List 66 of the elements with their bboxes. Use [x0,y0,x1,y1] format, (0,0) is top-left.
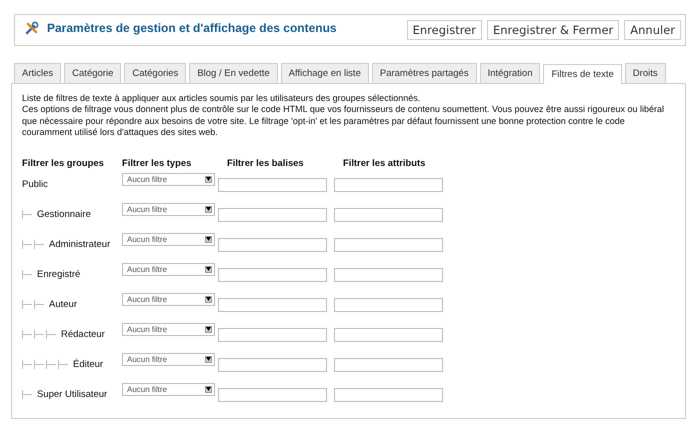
group-name: Enregistré [37,268,80,280]
attributes-input-field[interactable] [334,268,443,282]
tree-line-icon [22,330,58,339]
dropdown-arrow-icon [205,266,212,273]
tab[interactable]: Articles [14,63,62,83]
column-header: Filtrer les types [122,156,192,168]
attributes-input-field[interactable] [334,358,443,372]
group-name: Éditeur [73,358,104,370]
column-header: Filtrer les balises [227,156,304,168]
tab[interactable]: Blog / En vedette [189,63,278,83]
tags-input-field[interactable] [218,328,327,342]
column-header: Filtrer les groupes [22,156,104,168]
attributes-input-field[interactable] [334,238,443,252]
dropdown-arrow-icon [205,206,212,213]
tags-input-field[interactable] [218,238,327,252]
group-name: Rédacteur [61,328,105,340]
tab[interactable]: Catégorie [64,63,122,83]
tab[interactable]: Filtres de texte [543,64,622,84]
filter-type-select[interactable]: Aucun filtre [122,262,215,276]
group-name: Administrateur [49,238,110,250]
attributes-input-field[interactable] [334,178,443,192]
filter-type-select[interactable]: Aucun filtre [122,352,215,366]
group-name: Gestionnaire [37,208,91,220]
page-title: Paramètres de gestion et d'affichage des contenus [47,21,337,35]
filter-type-select[interactable]: Aucun filtre [122,202,215,216]
tree-line-icon [22,210,34,219]
tree-line-icon [22,300,46,309]
filter-type-select[interactable]: Aucun filtre [122,172,215,186]
tags-input-field[interactable] [218,298,327,312]
tags-input-field[interactable] [218,388,327,402]
group-name: Super Utilisateur [37,388,108,400]
tab[interactable]: Affichage en liste [280,63,369,83]
filter-type-select[interactable]: Aucun filtre [122,292,215,306]
tags-input-field[interactable] [218,178,327,192]
dropdown-arrow-icon [205,356,212,363]
tree-line-icon [22,360,70,369]
filter-type-select[interactable]: Aucun filtre [122,232,215,246]
filter-type-select[interactable]: Aucun filtre [122,382,215,396]
toolbar-button[interactable]: Annuler [624,20,681,40]
toolbar-button[interactable]: Enregistrer [406,20,482,40]
tools-icon [25,21,39,35]
tree-line-icon [22,240,46,249]
tags-input-field[interactable] [218,208,327,222]
dropdown-arrow-icon [205,386,212,393]
column-header: Filtrer les attributs [343,156,426,168]
tab[interactable]: Catégories [124,63,186,83]
tab[interactable]: Intégration [480,63,540,83]
dropdown-arrow-icon [205,326,212,333]
attributes-input-field[interactable] [334,388,443,402]
dropdown-arrow-icon [205,236,212,243]
dropdown-arrow-icon [205,296,212,303]
attributes-input-field[interactable] [334,298,443,312]
dropdown-arrow-icon [205,176,212,183]
attributes-input-field[interactable] [334,208,443,222]
group-name: Public [22,178,48,190]
toolbar-button[interactable]: Enregistrer & Fermer [487,20,620,40]
tab[interactable]: Droits [624,63,666,83]
attributes-input-field[interactable] [334,328,443,342]
description-text: Liste de filtres de texte à appliquer aux articles soumis par les utilisateurs des groupes sélectionnés. Ces options de filtrage vous donnent plus de contrôle sur le code HTML que vos fournisseurs de contenu soumettent. Vous pouvez être aussi rigoureux ou libéral que nécessaire pour répondre aux besoins de votre site. Le filtrage 'opt-in' et les paramètres par défaut fournissent une bonne protection contre le code couramment utilisé lors d'attaques des sites web. [22,93,666,139]
tags-input-field[interactable] [218,268,327,282]
tags-input-field[interactable] [218,358,327,372]
tab[interactable]: Paramètres partagés [372,63,477,83]
tree-line-icon [22,270,34,279]
filter-type-select[interactable]: Aucun filtre [122,322,215,336]
tree-line-icon [22,390,34,399]
group-name: Auteur [49,298,77,310]
